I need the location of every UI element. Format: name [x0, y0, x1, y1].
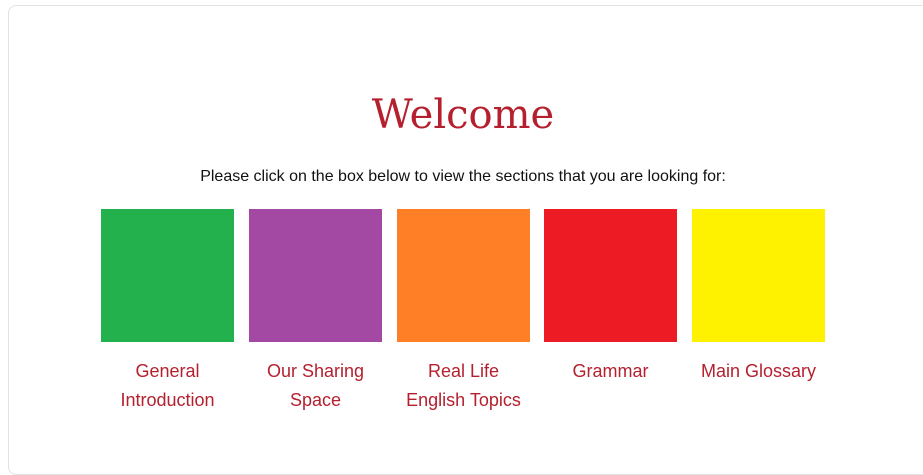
color-box-red[interactable] [544, 209, 677, 342]
color-box-orange[interactable] [397, 209, 530, 342]
section-label[interactable]: Main Glossary [692, 357, 825, 386]
welcome-card: Welcome Please click on the box below to… [8, 5, 923, 475]
section-tile-our-sharing-space[interactable]: Our Sharing Space [249, 209, 382, 415]
color-box-purple[interactable] [249, 209, 382, 342]
instruction-text: Please click on the box below to view th… [200, 168, 726, 185]
color-box-yellow[interactable] [692, 209, 825, 342]
section-tile-real-life-english-topics[interactable]: Real Life English Topics [397, 209, 530, 415]
section-label[interactable]: Our Sharing Space [249, 357, 382, 415]
section-tiles: General Introduction Our Sharing Space R… [101, 209, 861, 429]
section-tile-grammar[interactable]: Grammar [544, 209, 677, 386]
section-label[interactable]: Real Life English Topics [397, 357, 530, 415]
section-tile-main-glossary[interactable]: Main Glossary [692, 209, 825, 386]
section-label[interactable]: Grammar [544, 357, 677, 386]
page-title: Welcome [371, 92, 555, 138]
color-box-green[interactable] [101, 209, 234, 342]
section-tile-general-introduction[interactable]: General Introduction [101, 209, 234, 415]
section-label[interactable]: General Introduction [101, 357, 234, 415]
